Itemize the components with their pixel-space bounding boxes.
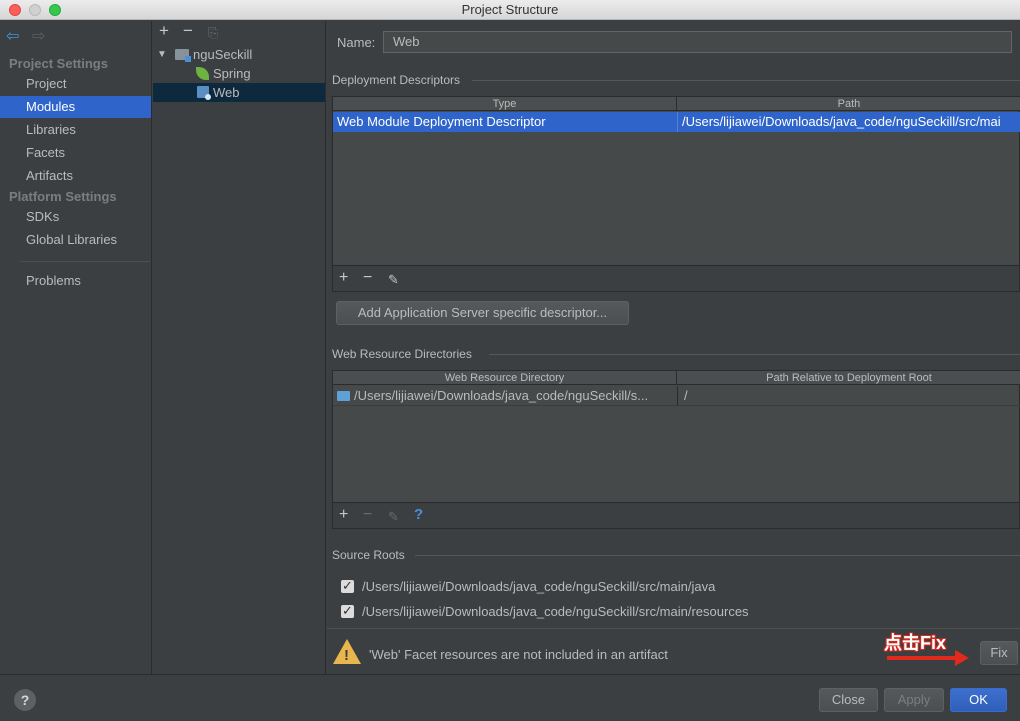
window-title: Project Structure bbox=[461, 2, 559, 17]
column-header-type[interactable]: Type bbox=[333, 97, 677, 111]
source-root-checkbox[interactable] bbox=[341, 576, 354, 596]
source-root-path: /Users/lijiawei/Downloads/java_code/nguS… bbox=[362, 579, 716, 594]
resource-dir-cell: /Users/lijiawei/Downloads/java_code/nguS… bbox=[333, 386, 677, 406]
source-root-path: /Users/lijiawei/Downloads/java_code/nguS… bbox=[362, 604, 749, 619]
forward-arrow-icon[interactable]: ⇨ bbox=[32, 26, 45, 46]
back-arrow-icon[interactable]: ⇦ bbox=[6, 26, 19, 46]
deployment-table-toolbar: + − ✎ bbox=[332, 266, 1020, 292]
remove-icon[interactable]: − bbox=[363, 269, 372, 287]
edit-pencil-icon[interactable]: ✎ bbox=[388, 271, 399, 289]
table-row[interactable]: /Users/lijiawei/Downloads/java_code/nguS… bbox=[333, 386, 1020, 406]
web-resource-directories-title: Web Resource Directories bbox=[332, 347, 472, 361]
web-facet-panel: Name: Web Deployment Descriptors Type Pa… bbox=[327, 21, 1020, 674]
platform-settings-header: Platform Settings bbox=[9, 189, 117, 204]
add-icon[interactable]: + bbox=[339, 269, 348, 287]
table-row[interactable]: Web Module Deployment Descriptor /Users/… bbox=[333, 112, 1020, 132]
table-header: Web Resource Directory Path Relative to … bbox=[333, 371, 1020, 385]
sidebar-item-artifacts[interactable]: Artifacts bbox=[0, 165, 151, 187]
warning-message: 'Web' Facet resources are not included i… bbox=[369, 647, 668, 662]
title-bar: Project Structure bbox=[0, 0, 1020, 20]
group-divider bbox=[489, 354, 1020, 355]
module-tree: + − ⎘ ▼ nguSeckill Spring Web bbox=[153, 21, 326, 674]
tree-node-root[interactable]: ▼ nguSeckill bbox=[153, 45, 325, 64]
column-header-resource-dir[interactable]: Web Resource Directory bbox=[333, 371, 677, 385]
ok-button[interactable]: OK bbox=[950, 688, 1007, 712]
column-header-relative-path[interactable]: Path Relative to Deployment Root bbox=[677, 371, 1020, 385]
spring-leaf-icon bbox=[196, 64, 209, 83]
source-roots-title: Source Roots bbox=[332, 548, 405, 562]
copy-module-icon[interactable]: ⎘ bbox=[208, 24, 218, 42]
descriptor-path-cell: /Users/lijiawei/Downloads/java_code/nguS… bbox=[677, 112, 1020, 132]
source-root-java[interactable]: /Users/lijiawei/Downloads/java_code/nguS… bbox=[341, 576, 716, 597]
edit-pencil-icon[interactable]: ✎ bbox=[388, 508, 399, 526]
close-button[interactable]: Close bbox=[819, 688, 878, 712]
tree-node-label: nguSeckill bbox=[193, 47, 253, 62]
sidebar-item-sdks[interactable]: SDKs bbox=[0, 206, 151, 228]
annotation-label: 点击Fix bbox=[884, 633, 947, 653]
sidebar-item-project[interactable]: Project bbox=[0, 73, 151, 95]
descriptor-type-cell: Web Module Deployment Descriptor bbox=[337, 114, 546, 129]
deployment-descriptors-table: Type Path Web Module Deployment Descript… bbox=[332, 96, 1020, 266]
web-facet-icon bbox=[197, 83, 211, 102]
tree-node-label: Web bbox=[213, 85, 240, 100]
tree-node-spring[interactable]: Spring bbox=[153, 64, 325, 83]
add-icon[interactable]: + bbox=[339, 506, 348, 524]
tree-toolbar: + − ⎘ bbox=[153, 21, 326, 43]
sidebar-item-libraries[interactable]: Libraries bbox=[0, 119, 151, 141]
warning-exclamation: ! bbox=[344, 647, 349, 664]
sidebar-item-modules[interactable]: Modules bbox=[0, 96, 151, 118]
name-input[interactable]: Web bbox=[383, 31, 1012, 53]
help-circle-icon[interactable]: ? bbox=[14, 689, 36, 711]
column-header-path[interactable]: Path bbox=[677, 97, 1020, 111]
sidebar-item-facets[interactable]: Facets bbox=[0, 142, 151, 164]
module-folder-icon bbox=[175, 45, 191, 64]
deployment-descriptors-title: Deployment Descriptors bbox=[332, 73, 461, 87]
fix-button[interactable]: Fix bbox=[980, 641, 1018, 665]
add-server-descriptor-button[interactable]: Add Application Server specific descript… bbox=[336, 301, 629, 325]
group-divider bbox=[472, 80, 1020, 81]
relative-path-cell: / bbox=[677, 386, 1020, 406]
remove-module-icon[interactable]: − bbox=[183, 22, 193, 40]
table-header: Type Path bbox=[333, 97, 1020, 111]
sidebar-item-global-libraries[interactable]: Global Libraries bbox=[0, 229, 151, 251]
apply-button[interactable]: Apply bbox=[884, 688, 944, 712]
sidebar-divider bbox=[20, 261, 150, 262]
source-root-checkbox[interactable] bbox=[341, 601, 354, 621]
tree-node-label: Spring bbox=[213, 66, 251, 81]
sidebar-item-problems[interactable]: Problems bbox=[0, 270, 151, 292]
source-root-resources[interactable]: /Users/lijiawei/Downloads/java_code/nguS… bbox=[341, 601, 749, 622]
settings-sidebar: ⇦ ⇨ Project Settings Project Modules Lib… bbox=[0, 21, 152, 674]
web-resource-table-toolbar: + − ✎ ? bbox=[332, 503, 1020, 529]
annotation-arrow-icon bbox=[887, 650, 969, 666]
folder-icon bbox=[337, 391, 350, 401]
project-settings-header: Project Settings bbox=[9, 56, 108, 71]
tree-node-web[interactable]: Web bbox=[153, 83, 325, 102]
expand-triangle-icon[interactable]: ▼ bbox=[157, 45, 167, 64]
group-divider bbox=[415, 555, 1020, 556]
add-module-icon[interactable]: + bbox=[159, 22, 169, 40]
web-resource-table: Web Resource Directory Path Relative to … bbox=[332, 370, 1020, 503]
facet-warning-strip: ! 'Web' Facet resources are not included… bbox=[327, 628, 1020, 674]
help-question-icon[interactable]: ? bbox=[414, 506, 423, 524]
name-label: Name: bbox=[337, 35, 376, 50]
remove-icon[interactable]: − bbox=[363, 506, 372, 524]
dialog-button-bar: ? Close Apply OK bbox=[0, 674, 1020, 721]
